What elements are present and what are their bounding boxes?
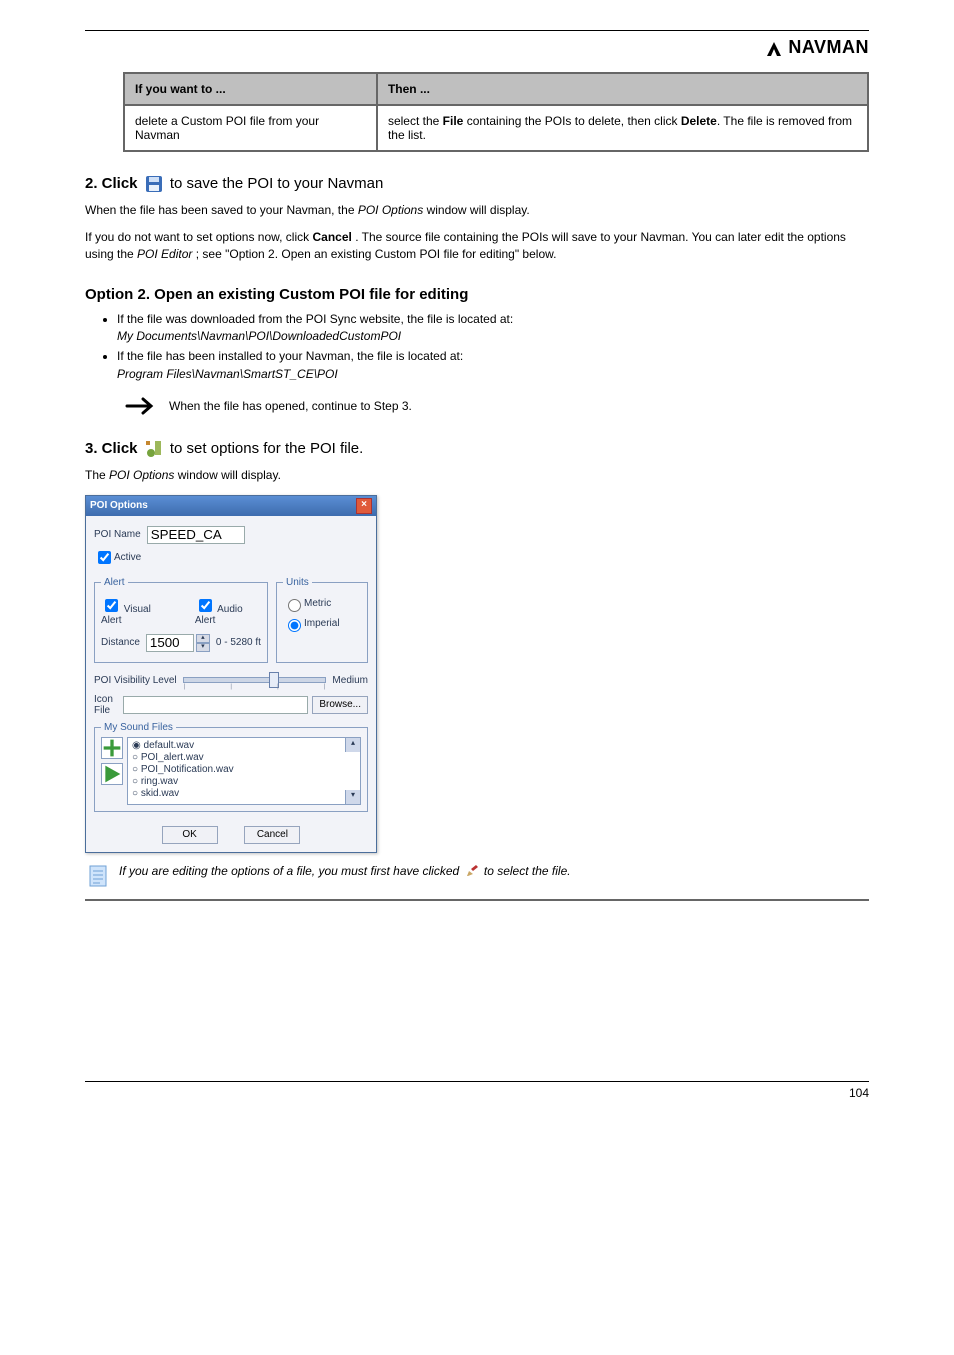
th-if: If you want to ...	[124, 73, 377, 105]
note-page-icon	[85, 863, 111, 889]
poi-name-label: POI Name	[94, 529, 141, 540]
list-item[interactable]: ○ ring.wav	[132, 776, 356, 788]
browse-button[interactable]: Browse...	[312, 696, 368, 714]
sound-files-fieldset: My Sound Files ◉ default.wav ○ POI_alert…	[94, 722, 368, 812]
note-text: If you are editing the options of a file…	[119, 863, 571, 880]
instruction-table: If you want to ... Then ... delete a Cus…	[123, 72, 869, 152]
alert-fieldset: Alert Visual Alert Audio Alert Distance	[94, 577, 268, 663]
units-fieldset: Units Metric Imperial	[276, 577, 368, 663]
list-item: If the file has been installed to your N…	[117, 348, 869, 383]
sound-legend: My Sound Files	[101, 722, 176, 733]
visual-alert-checkbox[interactable]	[105, 599, 118, 612]
list-item[interactable]: ◉ default.wav	[132, 740, 356, 752]
th-then: Then ...	[377, 73, 868, 105]
ok-button[interactable]: OK	[162, 826, 218, 844]
units-legend: Units	[283, 577, 312, 588]
metric-label: Metric	[304, 598, 331, 609]
active-checkbox[interactable]	[98, 551, 111, 564]
audio-alert-checkbox[interactable]	[199, 599, 212, 612]
table-row: delete a Custom POI file from your Navma…	[124, 105, 868, 151]
icon-file-input[interactable]	[123, 696, 308, 714]
list-item[interactable]: ○ POI_Notification.wav	[132, 764, 356, 776]
dialog-titlebar[interactable]: POI Options ×	[86, 496, 376, 516]
page-number: 104	[85, 1082, 869, 1120]
edit-pencil-icon	[465, 864, 479, 878]
poi-options-dialog: POI Options × POI Name Active Alert Visu…	[85, 495, 377, 853]
list-item: If the file was downloaded from the POI …	[117, 311, 869, 346]
icon-file-label: Icon File	[94, 694, 117, 716]
imperial-label: Imperial	[304, 618, 340, 629]
close-icon[interactable]: ×	[356, 498, 372, 514]
list-item[interactable]: ○ POI_alert.wav	[132, 752, 356, 764]
step2-p1: When the file has been saved to your Nav…	[85, 202, 869, 219]
visibility-slider[interactable]: ||||	[183, 677, 327, 683]
cancel-button[interactable]: Cancel	[244, 826, 300, 844]
spin-down-icon[interactable]: ▾	[196, 643, 210, 652]
arrow-note-text: When the file has opened, continue to St…	[169, 399, 412, 413]
distance-input[interactable]	[146, 634, 194, 652]
imperial-radio[interactable]	[288, 619, 301, 632]
brand-name: NAVMAN	[788, 37, 869, 58]
step3-heading: 3. Click to set options for the POI file…	[85, 439, 869, 459]
option2-list: If the file was downloaded from the POI …	[95, 311, 869, 384]
scroll-down-icon[interactable]: ▾	[345, 790, 360, 804]
add-sound-button[interactable]	[101, 737, 123, 759]
step2-heading: 2. Click to save the POI to your Navman	[85, 174, 869, 194]
dialog-title: POI Options	[90, 500, 148, 511]
visibility-value: Medium	[332, 675, 368, 686]
spin-up-icon[interactable]: ▴	[196, 634, 210, 643]
note-row: If you are editing the options of a file…	[85, 863, 869, 901]
distance-label: Distance	[101, 637, 140, 648]
active-label: Active	[114, 552, 141, 563]
metric-radio[interactable]	[288, 599, 301, 612]
option2-heading: Option 2. Open an existing Custom POI fi…	[85, 286, 869, 303]
sound-file-list[interactable]: ◉ default.wav ○ POI_alert.wav ○ POI_Noti…	[127, 737, 361, 805]
save-icon	[144, 174, 164, 194]
visibility-label: POI Visibility Level	[94, 675, 177, 686]
alert-legend: Alert	[101, 577, 128, 588]
cell-then: select the File containing the POIs to d…	[377, 105, 868, 151]
list-item[interactable]: ○ skid.wav	[132, 788, 356, 800]
step2-p2: If you do not want to set options now, c…	[85, 229, 869, 264]
scroll-up-icon[interactable]: ▴	[345, 738, 360, 752]
arrow-note: When the file has opened, continue to St…	[125, 395, 869, 417]
arrow-right-icon	[125, 395, 159, 417]
logo-triangle-icon	[764, 39, 784, 57]
cell-if: delete a Custom POI file from your Navma…	[124, 105, 377, 151]
poi-name-input[interactable]	[147, 526, 245, 544]
brand-logo: NAVMAN	[85, 37, 869, 60]
options-poi-icon	[144, 439, 164, 459]
play-sound-button[interactable]	[101, 763, 123, 785]
step3-p1: The POI Options window will display.	[85, 467, 869, 484]
distance-range: 0 - 5280 ft	[216, 637, 261, 648]
